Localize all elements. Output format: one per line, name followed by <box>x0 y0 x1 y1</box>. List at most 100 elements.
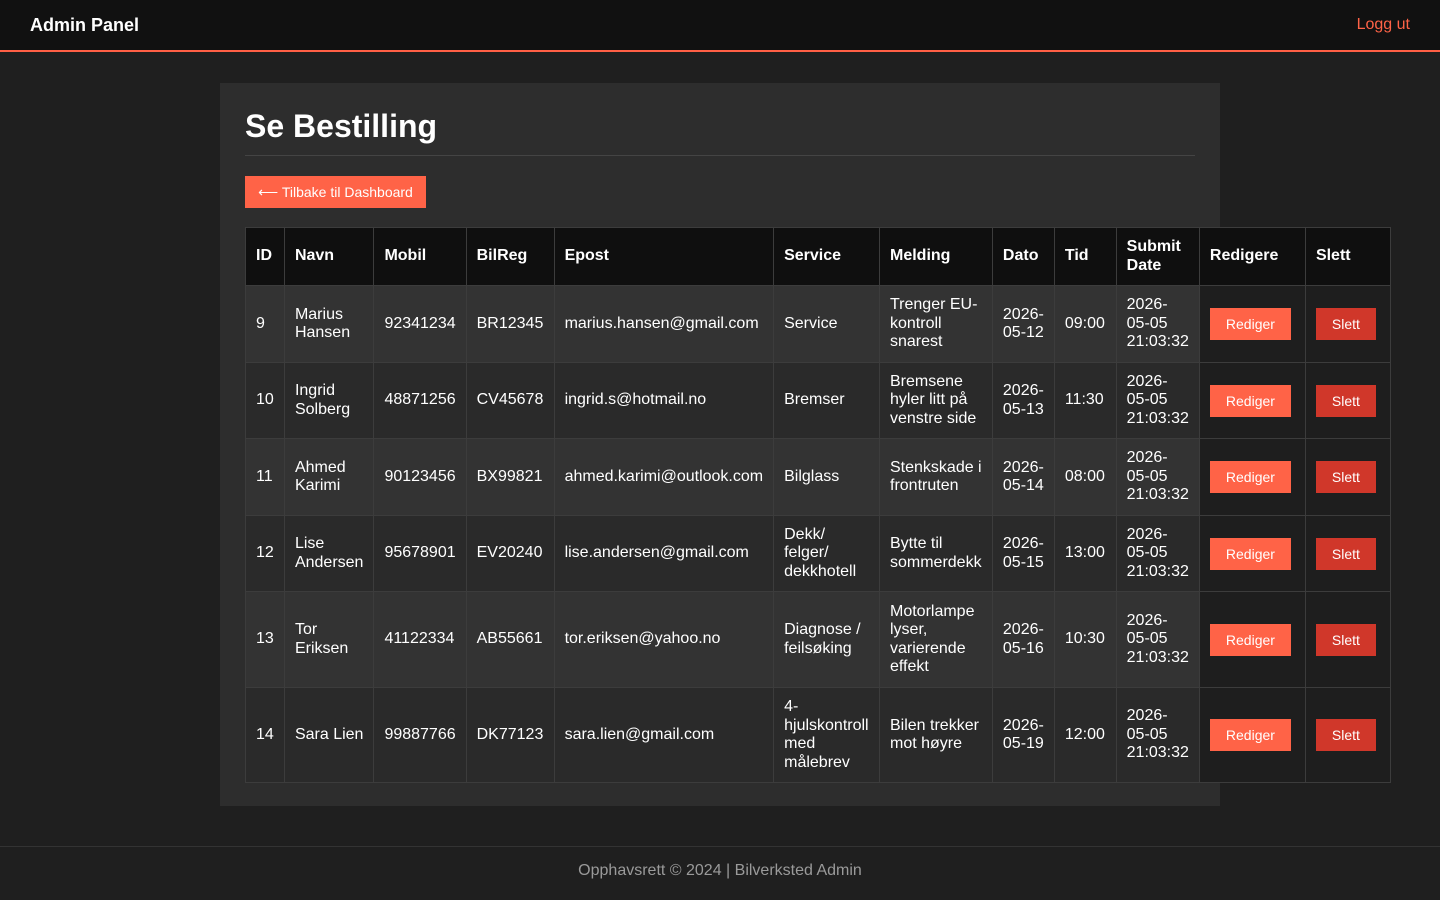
cell-name: Sara Lien <box>283 687 375 783</box>
cell-message: Bilen trekker mot høyre <box>879 687 993 783</box>
cell-message: Trenger EU-kontroll snarest <box>879 285 993 363</box>
cell-edit: Rediger <box>1198 515 1306 592</box>
cell-edit: Rediger <box>1198 285 1306 363</box>
cell-email: ahmed.karimi@outlook.com <box>553 438 775 516</box>
cell-submitted: 2026-05-05 21:03:32 <box>1115 591 1200 688</box>
table-row: 10 Ingrid Solberg 48871256 CV45678 ingri… <box>245 362 1392 439</box>
edit-button[interactable]: Rediger <box>1209 384 1291 417</box>
cell-edit: Rediger <box>1198 438 1306 516</box>
table-header-row: ID Navn Mobil BilReg Epost Service Meldi… <box>245 227 1392 286</box>
footer-copyright: Opphavsrett © 2024 | Bilverksted Admin <box>578 862 862 879</box>
edit-button[interactable]: Rediger <box>1209 308 1291 340</box>
delete-button[interactable]: Slett <box>1315 461 1376 493</box>
edit-button[interactable]: Rediger <box>1209 461 1291 493</box>
cell-name: Tor Eriksen <box>283 591 375 688</box>
column-header-redigere: Redigere <box>1198 227 1306 286</box>
column-header-service: Service <box>773 227 880 286</box>
cell-email: sara.lien@gmail.com <box>553 687 775 783</box>
cell-name: Ingrid Solberg <box>283 362 375 439</box>
cell-mobile: 90123456 <box>373 438 467 516</box>
cell-id: 14 <box>245 687 285 783</box>
cell-date: 2026-05-15 <box>991 515 1055 592</box>
cell-edit: Rediger <box>1198 687 1306 783</box>
cell-reg: DK77123 <box>465 687 555 783</box>
table-row: 12 Lise Andersen 95678901 EV20240 lise.a… <box>245 515 1392 592</box>
cell-name: Lise Andersen <box>283 515 375 592</box>
cell-reg: BX99821 <box>465 438 555 516</box>
cell-message: Stenkskade i frontruten <box>879 438 993 516</box>
top-navbar: Admin Panel Logg ut <box>0 0 1440 52</box>
cell-time: 13:00 <box>1053 515 1117 592</box>
edit-button[interactable]: Rediger <box>1209 537 1291 570</box>
logout-link[interactable]: Logg ut <box>1357 16 1410 34</box>
cell-service: Bremser <box>773 362 880 439</box>
back-to-dashboard-button[interactable]: ⟵ Tilbake til Dashboard <box>245 176 426 208</box>
edit-button[interactable]: Rediger <box>1209 719 1291 751</box>
cell-delete: Slett <box>1304 687 1392 783</box>
edit-button[interactable]: Rediger <box>1209 623 1291 656</box>
column-header-navn: Navn <box>283 227 375 286</box>
cell-delete: Slett <box>1304 591 1392 688</box>
cell-date: 2026-05-13 <box>991 362 1055 439</box>
cell-service: 4-hjulskontroll med målebrev <box>773 687 880 783</box>
cell-delete: Slett <box>1304 515 1392 592</box>
cell-delete: Slett <box>1304 285 1392 363</box>
cell-submitted: 2026-05-05 21:03:32 <box>1115 285 1200 363</box>
table-row: 13 Tor Eriksen 41122334 AB55661 tor.erik… <box>245 591 1392 688</box>
cell-reg: AB55661 <box>465 591 555 688</box>
column-header-dato: Dato <box>991 227 1055 286</box>
cell-email: marius.hansen@gmail.com <box>553 285 775 363</box>
column-header-bilreg: BilReg <box>465 227 555 286</box>
title-divider <box>245 155 1195 156</box>
cell-edit: Rediger <box>1198 591 1306 688</box>
cell-edit: Rediger <box>1198 362 1306 439</box>
cell-message: Bremsene hyler litt på venstre side <box>879 362 993 439</box>
delete-button[interactable]: Slett <box>1315 308 1376 340</box>
cell-mobile: 99887766 <box>373 687 467 783</box>
column-header-slett: Slett <box>1304 227 1392 286</box>
cell-id: 13 <box>245 591 285 688</box>
column-header-id: ID <box>245 227 285 286</box>
cell-submitted: 2026-05-05 21:03:32 <box>1115 515 1200 592</box>
cell-time: 08:00 <box>1053 438 1117 516</box>
table-row: 14 Sara Lien 99887766 DK77123 sara.lien@… <box>245 687 1392 783</box>
cell-mobile: 41122334 <box>373 591 467 688</box>
bookings-table: ID Navn Mobil BilReg Epost Service Meldi… <box>245 227 1392 783</box>
cell-reg: EV20240 <box>465 515 555 592</box>
cell-email: tor.eriksen@yahoo.no <box>553 591 775 688</box>
footer-divider <box>0 846 1440 847</box>
cell-date: 2026-05-19 <box>991 687 1055 783</box>
cell-mobile: 92341234 <box>373 285 467 363</box>
cell-submitted: 2026-05-05 21:03:32 <box>1115 362 1200 439</box>
cell-name: Ahmed Karimi <box>283 438 375 516</box>
cell-time: 11:30 <box>1053 362 1117 439</box>
cell-name: Marius Hansen <box>283 285 375 363</box>
cell-service: Dekk/ felger/ dekkhotell <box>773 515 880 592</box>
cell-delete: Slett <box>1304 362 1392 439</box>
cell-email: lise.andersen@gmail.com <box>553 515 775 592</box>
cell-message: Motorlampe lyser, varierende effekt <box>879 591 993 688</box>
cell-id: 11 <box>245 438 285 516</box>
cell-submitted: 2026-05-05 21:03:32 <box>1115 438 1200 516</box>
cell-service: Diagnose / feilsøking <box>773 591 880 688</box>
cell-email: ingrid.s@hotmail.no <box>553 362 775 439</box>
cell-date: 2026-05-12 <box>991 285 1055 363</box>
cell-message: Bytte til sommerdekk <box>879 515 993 592</box>
cell-date: 2026-05-16 <box>991 591 1055 688</box>
cell-reg: BR12345 <box>465 285 555 363</box>
delete-button[interactable]: Slett <box>1315 623 1376 656</box>
delete-button[interactable]: Slett <box>1315 719 1376 751</box>
delete-button[interactable]: Slett <box>1315 537 1376 570</box>
cell-reg: CV45678 <box>465 362 555 439</box>
cell-id: 9 <box>245 285 285 363</box>
cell-service: Service <box>773 285 880 363</box>
table-row: 9 Marius Hansen 92341234 BR12345 marius.… <box>245 285 1392 363</box>
cell-delete: Slett <box>1304 438 1392 516</box>
delete-button[interactable]: Slett <box>1315 384 1376 417</box>
cell-mobile: 48871256 <box>373 362 467 439</box>
table-row: 11 Ahmed Karimi 90123456 BX99821 ahmed.k… <box>245 438 1392 516</box>
page-title: Se Bestilling <box>245 108 438 144</box>
cell-service: Bilglass <box>773 438 880 516</box>
cell-mobile: 95678901 <box>373 515 467 592</box>
cell-time: 10:30 <box>1053 591 1117 688</box>
